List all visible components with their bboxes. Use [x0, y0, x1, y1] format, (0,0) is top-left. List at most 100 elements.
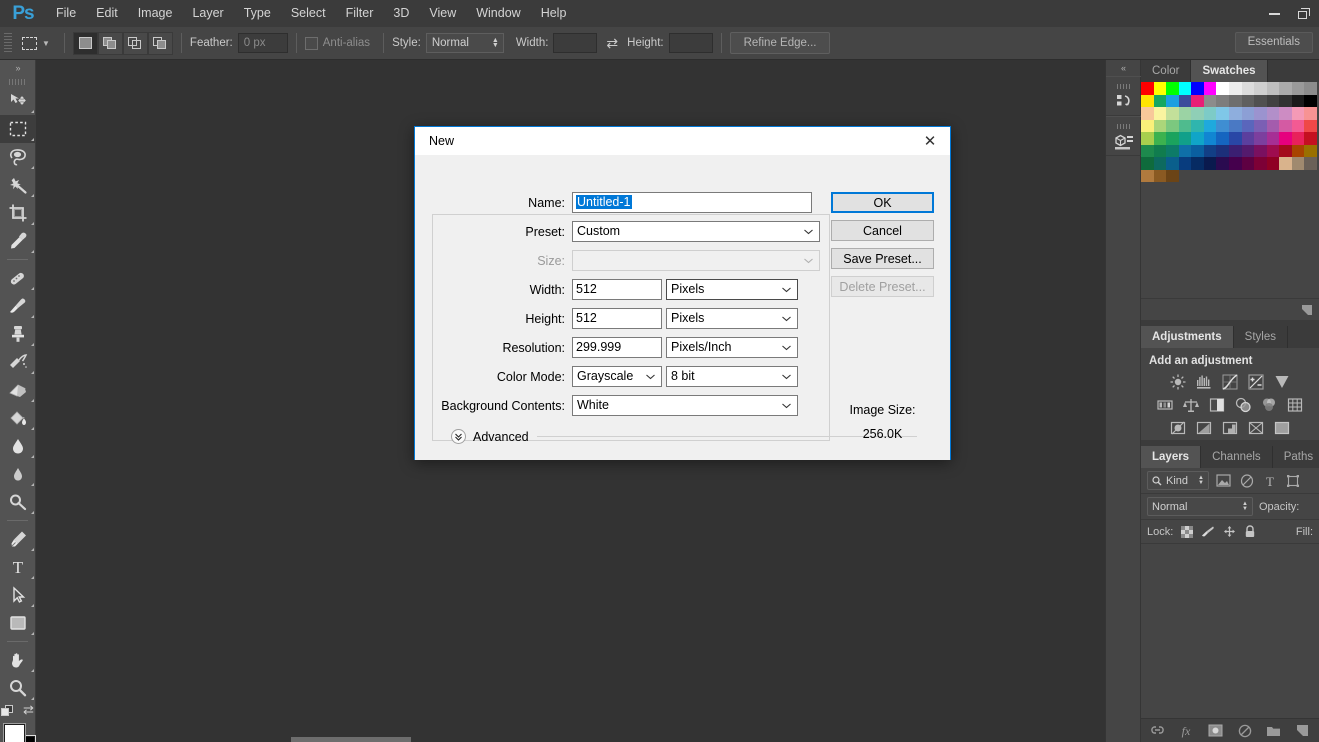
- menu-file[interactable]: File: [46, 0, 86, 27]
- color-swatch[interactable]: [1141, 132, 1154, 145]
- color-swatch[interactable]: [1254, 82, 1267, 95]
- style-select[interactable]: Normal ▲ ▼: [425, 33, 504, 53]
- color-swatch[interactable]: [1266, 107, 1280, 120]
- color-swatch[interactable]: [1279, 157, 1292, 170]
- color-swatch[interactable]: [1216, 157, 1229, 170]
- color-swatch[interactable]: [1241, 119, 1255, 132]
- gradient-map-icon[interactable]: [1245, 417, 1268, 438]
- crop-tool[interactable]: [0, 199, 36, 227]
- magic-wand-tool[interactable]: [0, 171, 36, 199]
- color-swatch[interactable]: [1254, 94, 1267, 107]
- pixel-layer-filter-icon[interactable]: [1215, 472, 1232, 489]
- resolution-unit-select[interactable]: Pixels/Inch: [666, 337, 798, 358]
- options-bar-grip[interactable]: [4, 33, 12, 53]
- color-swatch[interactable]: [1166, 94, 1179, 107]
- tab-channels[interactable]: Channels: [1201, 446, 1273, 468]
- hand-tool[interactable]: [0, 646, 36, 674]
- menu-image[interactable]: Image: [128, 0, 183, 27]
- new-layer-icon[interactable]: [1295, 723, 1311, 739]
- color-swatch[interactable]: [1141, 82, 1154, 95]
- channel-mixer-icon[interactable]: [1258, 394, 1281, 415]
- color-swatch[interactable]: [1141, 119, 1154, 132]
- color-swatch[interactable]: [1141, 169, 1154, 182]
- color-swatch[interactable]: [1191, 132, 1204, 145]
- menu-filter[interactable]: Filter: [336, 0, 384, 27]
- rectangular-marquee-tool[interactable]: [0, 115, 36, 143]
- foreground-color-swatch[interactable]: [4, 724, 25, 742]
- color-swatch[interactable]: [1254, 119, 1267, 132]
- color-swatch[interactable]: [1228, 94, 1242, 107]
- color-swatch[interactable]: [1291, 107, 1305, 120]
- adjustment-layer-filter-icon[interactable]: [1238, 472, 1255, 489]
- vibrance-icon[interactable]: [1271, 371, 1294, 392]
- color-swatch[interactable]: [1178, 107, 1192, 120]
- color-balance-icon[interactable]: [1180, 394, 1203, 415]
- color-lookup-icon[interactable]: [1284, 394, 1307, 415]
- brightness-contrast-icon[interactable]: [1167, 371, 1190, 392]
- threshold-icon[interactable]: [1219, 417, 1242, 438]
- expand-dock-icon[interactable]: «: [1106, 60, 1140, 76]
- color-swatch[interactable]: [1291, 119, 1305, 132]
- color-swatch[interactable]: [1166, 107, 1179, 120]
- color-swatch[interactable]: [1291, 94, 1305, 107]
- tools-grip[interactable]: [0, 76, 35, 87]
- tab-swatches[interactable]: Swatches: [1191, 60, 1268, 82]
- color-swatch[interactable]: [1266, 144, 1280, 157]
- subtract-from-selection-button[interactable]: [122, 31, 148, 55]
- color-swatch[interactable]: [1304, 107, 1317, 120]
- menu-select[interactable]: Select: [281, 0, 336, 27]
- menu-view[interactable]: View: [419, 0, 466, 27]
- color-swatch[interactable]: [1178, 119, 1192, 132]
- dodge-tool[interactable]: [0, 488, 36, 516]
- color-swatch[interactable]: [1228, 82, 1242, 95]
- color-swatch[interactable]: [1304, 119, 1317, 132]
- color-swatch[interactable]: [1228, 132, 1242, 145]
- restore-icon[interactable]: [1289, 0, 1319, 27]
- move-tool[interactable]: [0, 87, 36, 115]
- swap-arrows-icon[interactable]: ⇄: [606, 35, 618, 52]
- color-swatch[interactable]: [1166, 119, 1179, 132]
- intersect-selection-button[interactable]: [147, 31, 173, 55]
- color-swatch[interactable]: [1228, 119, 1242, 132]
- color-swatch[interactable]: [1191, 82, 1204, 95]
- resolution-input[interactable]: 299.999: [572, 337, 662, 358]
- lock-all-icon[interactable]: [1243, 525, 1257, 539]
- history-panel-icon[interactable]: [1106, 76, 1142, 116]
- color-swatch[interactable]: [1203, 107, 1217, 120]
- color-swatch[interactable]: [1141, 144, 1154, 157]
- tab-adjustments[interactable]: Adjustments: [1141, 326, 1234, 348]
- color-swatch[interactable]: [1304, 82, 1317, 95]
- color-swatch[interactable]: [1191, 144, 1204, 157]
- posterize-icon[interactable]: [1193, 417, 1216, 438]
- invert-icon[interactable]: [1167, 417, 1190, 438]
- color-swatch[interactable]: [1178, 94, 1192, 107]
- refine-edge-button[interactable]: Refine Edge...: [729, 32, 831, 54]
- eraser-tool[interactable]: [0, 376, 36, 404]
- default-colors-icon[interactable]: [1, 704, 14, 716]
- color-swatch[interactable]: [1254, 132, 1267, 145]
- color-swatch[interactable]: [1241, 157, 1255, 170]
- new-selection-button[interactable]: [72, 31, 98, 55]
- color-swatch[interactable]: [1279, 119, 1292, 132]
- height-unit-select[interactable]: Pixels: [666, 308, 798, 329]
- eyedropper-tool[interactable]: [0, 227, 36, 255]
- color-swatch[interactable]: [1254, 107, 1267, 120]
- width-unit-select[interactable]: Pixels: [666, 279, 798, 300]
- clone-stamp-tool[interactable]: [0, 320, 36, 348]
- collapse-tools-icon[interactable]: »: [0, 60, 35, 76]
- spot-healing-brush-tool[interactable]: [0, 264, 36, 292]
- color-swatch[interactable]: [1153, 94, 1167, 107]
- menu-3d[interactable]: 3D: [383, 0, 419, 27]
- color-swatch[interactable]: [1241, 132, 1255, 145]
- color-swatch[interactable]: [1279, 144, 1292, 157]
- color-swatch[interactable]: [1141, 107, 1154, 120]
- color-swatch[interactable]: [1203, 132, 1217, 145]
- minimize-icon[interactable]: [1259, 0, 1289, 27]
- brush-tool[interactable]: [0, 292, 36, 320]
- anti-alias-checkbox[interactable]: [304, 36, 318, 50]
- cancel-button[interactable]: Cancel: [831, 220, 934, 241]
- color-swatch[interactable]: [1166, 157, 1179, 170]
- color-swatch[interactable]: [1216, 144, 1229, 157]
- paint-bucket-tool[interactable]: [0, 404, 36, 432]
- preset-select[interactable]: Custom: [572, 221, 820, 242]
